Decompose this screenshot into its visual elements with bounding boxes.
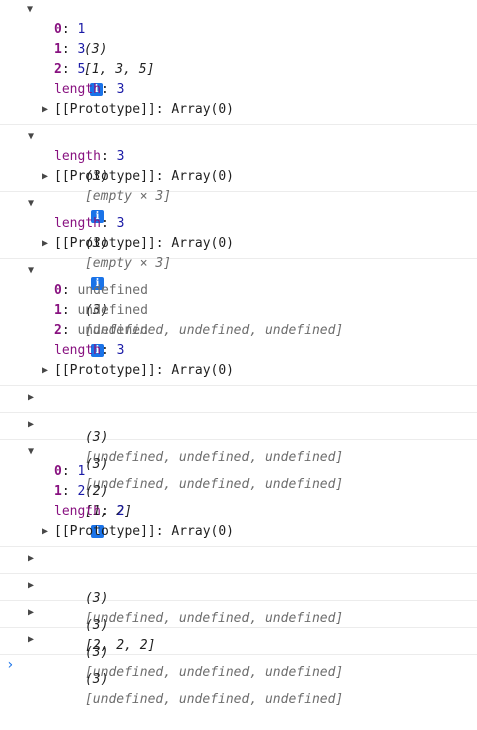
collapsed-triangle-icon[interactable]: ▶ [42, 167, 48, 187]
collapsed-triangle-icon[interactable]: ▶ [26, 603, 36, 623]
array-summary[interactable]: ▶ (3) [undefined, undefined, undefined] [0, 415, 477, 492]
prototype-row[interactable]: ▶ [[Prototype]]: Array(0) [0, 522, 477, 542]
property-key: 0 [54, 464, 62, 479]
property-key: 2 [54, 62, 62, 77]
property-value: 2 [77, 484, 86, 499]
expanded-triangle-icon[interactable]: ▼ [26, 194, 36, 214]
length-key: length [54, 504, 101, 519]
console-entry: ▶ (3) [undefined, undefined, undefined] [0, 386, 477, 465]
array-count: (3) [84, 672, 109, 687]
console-entry: ▼ (3) [empty × 3] i length: 3 ▶ [[Prototy… [0, 192, 477, 290]
array-property: 0: 1 [54, 464, 86, 479]
console-entry: ▶ (3) [undefined, undefined, undefined] [0, 547, 477, 626]
console-entry: ▶ (3) [undefined, undefined, undefined] [0, 413, 477, 492]
console-output: ▼ (3) [1, 3, 5] i 0: 1 1: 3 2: 5 length:… [0, 0, 477, 707]
array-length: length: 3 [54, 216, 125, 231]
console-entry: ▼ (3) [undefined, undefined, undefined] … [0, 259, 477, 386]
array-summary[interactable]: ▶ (3) [undefined, undefined, undefined] [0, 388, 477, 465]
array-length: length: 3 [54, 82, 125, 97]
property-value: 5 [77, 62, 86, 77]
array-summary[interactable]: ▶ (3) [2, 2, 2] [0, 576, 477, 653]
expanded-triangle-icon[interactable]: ▼ [26, 127, 36, 147]
length-value: 3 [116, 82, 125, 97]
array-summary[interactable]: ▶ (3) [undefined, undefined, undefined] [0, 603, 477, 680]
array-preview: [undefined, undefined, undefined] [84, 692, 344, 707]
console-entry: ▶ (3) [2, 2, 2] [0, 574, 477, 653]
prototype-row[interactable]: ▶ [[Prototype]]: Array(0) [0, 100, 477, 120]
length-value: 3 [116, 216, 125, 231]
collapsed-triangle-icon[interactable]: ▶ [42, 522, 48, 542]
collapsed-triangle-icon[interactable]: ▶ [42, 361, 48, 381]
array-property: 0: 1 [54, 22, 86, 37]
console-entry: ▶ (3) [undefined, undefined, undefined] [0, 628, 477, 707]
property-key: 0 [54, 283, 62, 298]
length-key: length [54, 82, 101, 97]
prototype-row[interactable]: ▶ [[Prototype]]: Array(0) [0, 234, 477, 254]
prototype-label: [[Prototype]]: Array(0) [54, 102, 235, 117]
array-summary[interactable]: ▼ (2) [1, 2] i [0, 442, 477, 538]
array-summary[interactable]: ▶ (3) [undefined, undefined, undefined] [0, 630, 477, 707]
expanded-triangle-icon[interactable]: ▼ [26, 261, 36, 281]
length-key: length [54, 216, 101, 231]
length-key: length [54, 343, 101, 358]
array-property: 1: 2 [54, 484, 86, 499]
array-length: length: 2 [54, 504, 125, 519]
array-property: 1: 3 [54, 42, 86, 57]
array-property: 2: 5 [54, 62, 86, 77]
property-value: 1 [77, 464, 86, 479]
array-length: length: 3 [54, 149, 125, 164]
collapsed-triangle-icon[interactable]: ▶ [42, 100, 48, 120]
length-key: length [54, 149, 101, 164]
prototype-row[interactable]: ▶ [[Prototype]]: Array(0) [0, 167, 477, 187]
console-entry: ▼ (3) [1, 3, 5] i 0: 1 1: 3 2: 5 length:… [0, 0, 477, 125]
array-summary[interactable]: ▼ (3) [empty × 3] i [0, 194, 477, 290]
property-value: 1 [77, 22, 86, 37]
collapsed-triangle-icon[interactable]: ▶ [26, 549, 36, 569]
collapsed-triangle-icon[interactable]: ▶ [42, 234, 48, 254]
property-key: 1 [54, 42, 62, 57]
property-key: 1 [54, 303, 62, 318]
property-key: 2 [54, 323, 62, 338]
prototype-label: [[Prototype]]: Array(0) [54, 236, 235, 251]
property-value: undefined [77, 323, 148, 338]
console-entry: ▼ (2) [1, 2] i 0: 1 1: 2 length: 2 ▶ [[Pr… [0, 440, 477, 547]
array-length: length: 3 [54, 343, 125, 358]
array-summary[interactable]: ▼ (3) [1, 3, 5] i [0, 0, 477, 96]
property-value: undefined [77, 283, 148, 298]
property-key: 0 [54, 22, 62, 37]
property-value: 3 [77, 42, 86, 57]
collapsed-triangle-icon[interactable]: ▶ [26, 388, 36, 408]
collapsed-triangle-icon[interactable]: ▶ [26, 630, 36, 650]
array-property: 0: undefined [54, 283, 148, 298]
expanded-triangle-icon[interactable]: ▼ [26, 442, 36, 462]
expanded-triangle-icon[interactable]: ▼ [25, 0, 35, 20]
array-property: 2: undefined [54, 323, 148, 338]
collapsed-triangle-icon[interactable]: ▶ [26, 415, 36, 435]
prototype-label: [[Prototype]]: Array(0) [54, 363, 235, 378]
array-summary[interactable]: ▼ (3) [undefined, undefined, undefined] … [0, 261, 477, 357]
property-value: undefined [77, 303, 148, 318]
prototype-label: [[Prototype]]: Array(0) [54, 524, 235, 539]
array-summary[interactable]: ▼ (3) [empty × 3] i [0, 127, 477, 223]
prototype-label: [[Prototype]]: Array(0) [54, 169, 235, 184]
prototype-row[interactable]: ▶ [[Prototype]]: Array(0) [0, 361, 477, 381]
array-summary[interactable]: ▶ (3) [undefined, undefined, undefined] [0, 549, 477, 626]
array-property: 1: undefined [54, 303, 148, 318]
length-value: 2 [116, 504, 125, 519]
property-key: 1 [54, 484, 62, 499]
length-value: 3 [116, 149, 125, 164]
collapsed-triangle-icon[interactable]: ▶ [26, 576, 36, 596]
length-value: 3 [116, 343, 125, 358]
console-entry: ▼ (3) [empty × 3] i length: 3 ▶ [[Prototy… [0, 125, 477, 223]
array-preview: [undefined, undefined, undefined] [84, 665, 344, 680]
